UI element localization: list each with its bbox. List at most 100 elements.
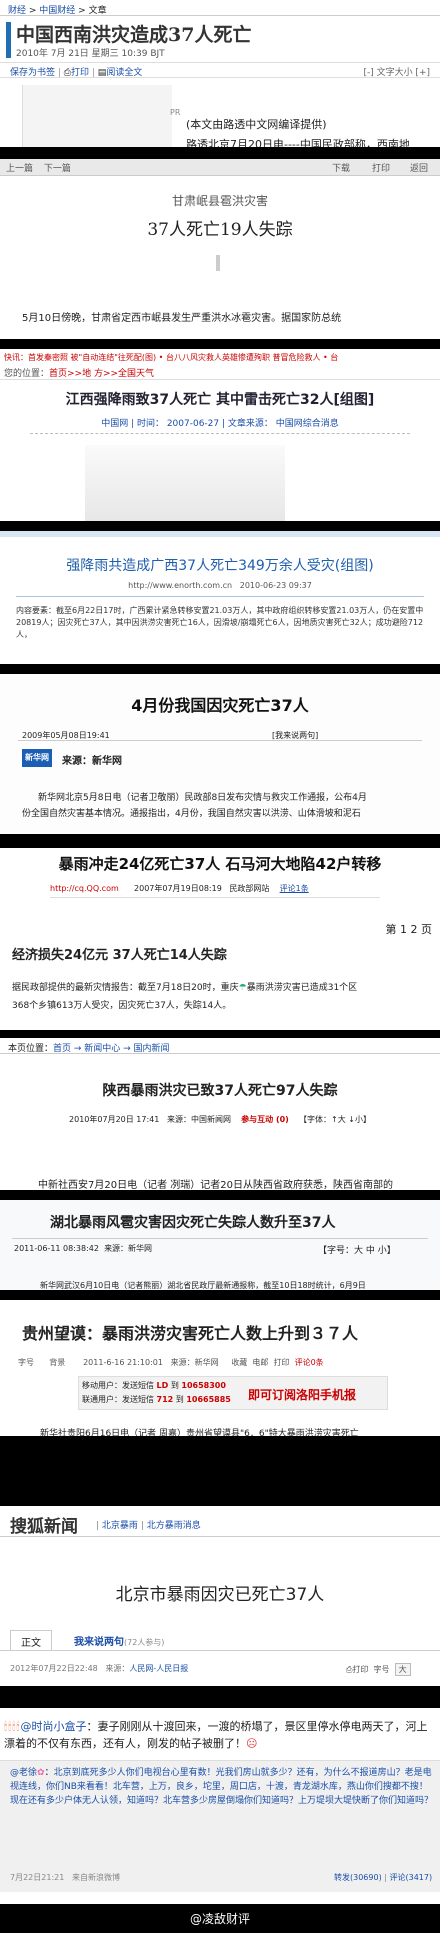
font-large-button[interactable]: 大: [394, 1663, 411, 1676]
crumb-beijing-rain[interactable]: 北京暴雨: [102, 1521, 138, 1531]
download-link[interactable]: 下载: [332, 161, 350, 174]
font-size-link[interactable]: 字号: [18, 1358, 34, 1367]
font-size-control[interactable]: 【字体：↑大 ↓小】: [299, 1115, 371, 1124]
body1b-text: 暴雨洪涝灾害已造成31个区: [246, 983, 358, 993]
print-link[interactable]: 打印: [372, 161, 390, 174]
promo-text[interactable]: 即可订阅洛阳手机报: [248, 1386, 356, 1403]
article-body-line2: 份全国自然灾害基本情况。通报指出，4月份，我国自然灾害以洪涝、山体滑坡和泥石: [22, 809, 361, 819]
print-button[interactable]: 打印: [352, 1665, 368, 1674]
print-button[interactable]: 打印: [71, 68, 89, 78]
meta-source: 民政部网站: [229, 884, 270, 893]
article-tools: ⎙打印 字号 大: [346, 1663, 411, 1676]
article-body-line2: 368个乡镇613万人受灾，因灾死亡37人，失踪14人。: [12, 1001, 232, 1011]
repost-content: @老徐✿：北京到底死多少人你们电视台心里有数！光我们房山就多少？还有，为什么不报…: [10, 1768, 434, 1806]
pager[interactable]: 第 1 2 页: [386, 921, 433, 937]
article-meta: http://cq.QQ.com 2007年07月19日08:19 民政部网站 …: [50, 883, 380, 898]
ticker-text[interactable]: 首发秦密照 被"自动连结"往死配(图) • 台八八风灾救人英雄惨遭殉职 普冒危险…: [28, 353, 338, 362]
sms-unicom: 联通用户：发送短信 712 到 10665885: [82, 1394, 231, 1405]
comment-link[interactable]: 评论0条: [295, 1358, 324, 1367]
article-body: 中新社西安7月20日电（记者 冽瑞）记者20日从陕西省政府获悉，陕西省南部的: [38, 1180, 393, 1190]
page-title: 37人死亡19人失踪: [147, 220, 293, 240]
print-link[interactable]: 打印: [274, 1358, 290, 1367]
article-toolbar: 保存为书签 | ⎙打印 | ▤阅读全文 [-] 文字大小 [+]: [0, 62, 440, 78]
weibo-post: 🕯🕯🕯🕯@时尚小盒子：妻子刚刚从十渡回来，一渡的桥塌了，景区里停水停电两天了，河…: [4, 1720, 428, 1750]
interact-link[interactable]: 参与互动 (0): [241, 1115, 289, 1124]
panel-sohu: 搜狐新闻 | 北京暴雨 | 北方暴雨消息 北京市暴雨因灾已死亡37人 正文 我来…: [0, 1506, 440, 1686]
page-title: 湖北暴雨风雹灾害因灾死亡失踪人数升至37人: [50, 1215, 336, 1231]
meta-source: 来源：新华网: [104, 1244, 153, 1253]
font-size-control[interactable]: 【字号：大 中 小】: [318, 1243, 396, 1256]
meta-source: 来源：新华网: [170, 1358, 219, 1367]
prev-link[interactable]: 上一篇: [6, 164, 33, 174]
weibo-user1[interactable]: @时尚小盒子: [21, 1720, 87, 1733]
meta-from-value: 中国网综合消息: [275, 419, 339, 429]
text-cursor: [216, 255, 220, 271]
panel-shaanxi: 本页位置：首页 → 新闻中心 → 国内新闻 陕西暴雨洪灾已致37人死亡97人失踪…: [0, 1038, 440, 1190]
article-toolbar: 字号 背景 2011-6-16 21:10:01 来源：新华网 收藏 电邮 打印…: [18, 1357, 428, 1368]
title-bar-accent: [6, 22, 11, 58]
bookmark-button[interactable]: 保存为书签: [10, 68, 55, 78]
sms2-label: 联通用户：发送短信: [82, 1395, 154, 1404]
article-meta: 2010年07月20日 17:41 来源：中国新闻网 参与互动 (0) 【字体：…: [0, 1114, 440, 1125]
meta-url[interactable]: http://www.enorth.com.cn: [128, 581, 232, 590]
ad-placeholder: [22, 85, 172, 147]
breadcrumb: | 北京暴雨 | 北方暴雨消息: [96, 1521, 201, 1531]
next-link[interactable]: 下一篇: [44, 164, 71, 174]
breadcrumb: 您的位置：首页>>地 方>>全国天气: [0, 364, 440, 380]
candle-icon: 🕯🕯🕯🕯: [4, 1720, 21, 1733]
crumb-north-rain[interactable]: 北方暴雨消息: [147, 1521, 201, 1531]
read-full-button[interactable]: 阅读全文: [106, 68, 142, 78]
panel-hubei: 湖北暴雨风雹灾害因灾死亡失踪人数升至37人 2011-06-11 08:38:4…: [0, 1200, 440, 1290]
panel-guangxi: 强降雨共造成广西37人死亡349万余人受灾(组图) http://www.eno…: [0, 531, 440, 664]
pr-label: PR: [170, 108, 181, 117]
sms2-to: 到: [175, 1395, 184, 1404]
article-meta: http://www.enorth.com.cn 2010-06-23 09:3…: [0, 581, 440, 590]
page-title: 江西强降雨致37人死亡 其中雷击死亡32人[组图]: [65, 392, 375, 408]
breadcrumb-links[interactable]: 首页>>地 方>>全国天气: [49, 369, 154, 379]
ticker-label: 快讯：: [4, 353, 28, 362]
repost-time[interactable]: 7月22日21:21: [10, 1873, 64, 1882]
page-title: 强降雨共造成广西37人死亡349万余人受灾(组图): [66, 558, 374, 574]
repost-stats: 转发(30690) | 评论(3417): [334, 1873, 433, 1882]
crumb-article: 文章: [88, 6, 107, 16]
panel-weibo: 🕯🕯🕯🕯@时尚小盒子：妻子刚刚从十渡回来，一渡的桥塌了，景区里停水停电两天了，河…: [0, 1708, 440, 1904]
meta-date: 2012年07月22日22:48: [10, 1664, 98, 1673]
top-band: [0, 531, 440, 537]
favorite-link[interactable]: 收藏: [231, 1358, 247, 1367]
tab-comments-count: (72人参与): [124, 1638, 165, 1647]
repost-count[interactable]: 转发(30690): [334, 1873, 382, 1882]
article-body: 路透北京7月20日电----中国民政部称，西南地: [186, 138, 410, 147]
article-meta: 2011-06-11 08:38:42 来源：新华网: [14, 1243, 152, 1254]
sms1-number: 10658300: [181, 1381, 226, 1390]
source-value: 新华网: [92, 756, 122, 767]
comment-link[interactable]: 评论1条: [280, 884, 309, 893]
page-title: 贵州望谟：暴雨洪涝灾害死亡人数上升到３７人: [22, 1324, 359, 1343]
back-link[interactable]: 返回: [410, 161, 428, 174]
sad-face-icon: ☹: [246, 1737, 258, 1750]
sohu-logo[interactable]: 搜狐新闻: [10, 1512, 78, 1537]
body1-text: 据民政部提供的最新灾情报告：截至7月18日20时，重庆: [12, 983, 239, 993]
source-line: 来源：新华网: [62, 752, 122, 767]
print-icon: ⎙: [63, 68, 71, 78]
news-ticker: 快讯：首发秦密照 被"自动连结"往死配(图) • 台八八风灾救人英雄惨遭殉职 普…: [0, 349, 440, 364]
source-label: 来源：: [62, 756, 92, 767]
weibo-user2[interactable]: @老徐: [10, 1768, 37, 1778]
crumb-china-finance[interactable]: 中国财经: [39, 6, 75, 16]
breadcrumb-links[interactable]: 首页 → 新闻中心 → 国内新闻: [53, 1044, 170, 1054]
meta-url[interactable]: http://cq.QQ.com: [50, 884, 119, 893]
meta-source[interactable]: 人民网-人民日报: [129, 1664, 188, 1673]
background-link[interactable]: 背景: [49, 1358, 65, 1367]
repost-from[interactable]: 来自新浪微博: [72, 1873, 120, 1882]
crumb-finance[interactable]: 财经: [8, 6, 26, 16]
meta-from: 文章来源：: [227, 419, 273, 429]
tab-comments[interactable]: 我来说两句(72人参与): [68, 1630, 170, 1650]
comment-count[interactable]: 评论(3417): [389, 1873, 432, 1882]
email-link[interactable]: 电邮: [252, 1358, 268, 1367]
meta-date: 2011-06-11 08:38:42: [14, 1244, 99, 1253]
font-size-control[interactable]: [-] 文字大小 [+]: [363, 65, 430, 78]
meta-date: 2010-06-23 09:37: [239, 581, 312, 590]
meta-date: 2011-6-16 21:10:01: [83, 1358, 163, 1367]
tab-main-text[interactable]: 正文: [10, 1630, 52, 1650]
article-body-line1: 据民政部提供的最新灾情报告：截至7月18日20时，重庆☂暴雨洪涝灾害已造成31个…: [12, 980, 357, 993]
sms1-code: LD: [156, 1381, 169, 1390]
